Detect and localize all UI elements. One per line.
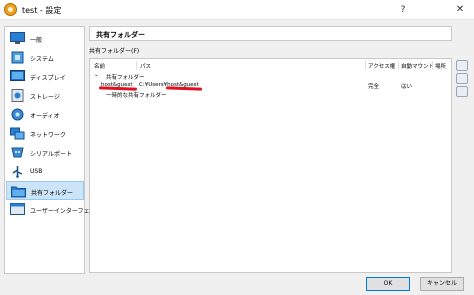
ok-button[interactable]: OK [366, 277, 410, 291]
sidebar-item-storage[interactable]: ストレージ [6, 86, 84, 105]
window-title: test - 設定 [22, 6, 62, 15]
sidebar-item-label: システム [30, 56, 54, 63]
column-separator [398, 61, 399, 70]
ui-window-icon [10, 203, 25, 215]
sidebar-item-serial-ports[interactable]: シリアルポート [6, 143, 84, 162]
folder-row-automount: はい [401, 84, 413, 90]
sidebar-item-audio[interactable]: オーディオ [6, 105, 84, 124]
monitor-icon [10, 32, 25, 44]
shared-folders-table[interactable]: 名前 パス アクセス権 自動マウント 場所 ⌄ 共有フォルダー host&gue… [89, 58, 452, 273]
column-separator [432, 61, 433, 70]
edit-folder-icon[interactable] [456, 73, 468, 84]
folder-tools-toolbar [455, 58, 471, 108]
settings-window: test - 設定 ? ✕ 一般 システム ディスプレイ ストレージ オーディオ… [0, 0, 474, 295]
sidebar-item-label: ネットワーク [30, 132, 67, 139]
title-bar: test - 設定 ? ✕ [0, 0, 474, 20]
column-header-access[interactable]: アクセス権 [368, 62, 395, 70]
folder-row-access: 完全 [368, 84, 380, 90]
network-icon [10, 127, 25, 140]
sidebar-item-label: 共有フォルダー [31, 190, 74, 197]
sidebar-item-network[interactable]: ネットワーク [6, 124, 84, 143]
shared-folders-group-label: 共有フォルダー(F) [89, 48, 140, 55]
transient-folders-node[interactable]: 一時的な共有フォルダー [106, 91, 167, 99]
page-header: 共有フォルダー [89, 26, 452, 41]
sidebar-item-general[interactable]: 一般 [6, 29, 84, 48]
sidebar-item-user-interface[interactable]: ユーザーインターフェース [6, 200, 101, 219]
column-header-path[interactable]: パス [140, 62, 151, 70]
column-separator [136, 61, 137, 70]
sidebar-item-label: USB [30, 168, 43, 175]
settings-category-list: 一般 システム ディスプレイ ストレージ オーディオ ネットワーク シリアルポー… [4, 26, 101, 274]
sidebar-item-label: ストレージ [30, 94, 60, 101]
shared-folder-icon [11, 186, 26, 198]
column-header-automount[interactable]: 自動マウント [401, 62, 434, 70]
page-title: 共有フォルダー [96, 31, 145, 39]
annotation-redline [165, 86, 203, 91]
machine-folders-node[interactable]: 共有フォルダー [106, 73, 145, 81]
display-icon [10, 70, 25, 81]
help-button[interactable]: ? [396, 3, 410, 17]
column-header-location[interactable]: 場所 [435, 62, 446, 70]
sidebar-item-display[interactable]: ディスプレイ [6, 67, 84, 86]
speaker-icon [11, 108, 24, 121]
close-button[interactable]: ✕ [453, 3, 467, 17]
sidebar-item-label: ディスプレイ [30, 75, 66, 82]
tree-expand-chevron-icon[interactable]: ⌄ [94, 72, 99, 78]
sidebar-item-label: シリアルポート [30, 151, 72, 158]
sidebar-item-label: オーディオ [30, 113, 60, 120]
annotation-redline [98, 86, 138, 91]
sidebar-item-system[interactable]: システム [6, 48, 84, 67]
sidebar-item-usb[interactable]: USB [6, 162, 84, 181]
virtualbox-app-icon [4, 3, 17, 16]
remove-folder-icon[interactable] [456, 86, 468, 97]
chip-icon [11, 51, 24, 64]
storage-icon [11, 89, 24, 102]
sidebar-item-label: 一般 [30, 37, 43, 44]
cancel-button[interactable]: キャンセル [420, 277, 464, 291]
sidebar-item-shared-folders[interactable]: 共有フォルダー [6, 181, 84, 200]
usb-icon [12, 166, 23, 178]
column-header-name[interactable]: 名前 [94, 62, 105, 70]
serial-port-icon [11, 147, 24, 158]
add-folder-icon[interactable] [456, 60, 468, 71]
column-separator [365, 61, 366, 70]
